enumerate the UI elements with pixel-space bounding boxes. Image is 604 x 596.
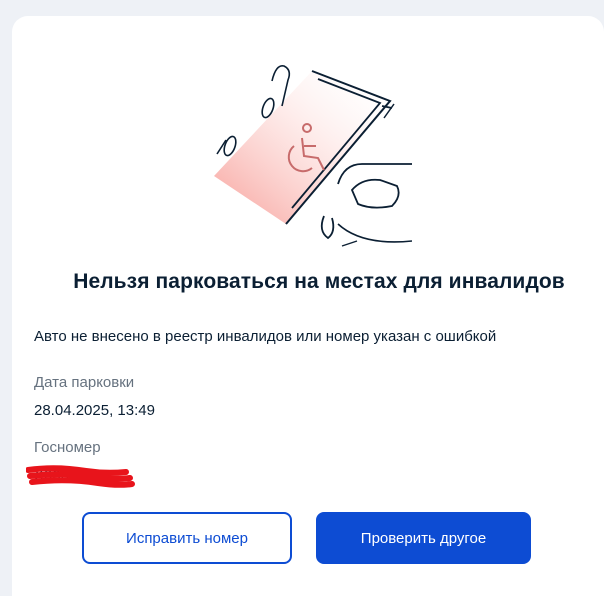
result-description: Авто не внесено в реестр инвалидов или н… [34,328,497,345]
plate-field: Х000РУ977 [26,462,146,490]
parking-date-label: Дата парковки [34,374,135,391]
disabled-parking-icon [214,65,413,247]
redaction-scribble [26,465,135,488]
check-other-button[interactable]: Проверить другое [316,512,531,564]
parking-date-value: 28.04.2025, 13:49 [34,402,155,419]
plate-label: Госномер [34,439,101,456]
result-card: Нельзя парковаться на местах для инвалид… [12,16,604,596]
fix-number-button[interactable]: Исправить номер [82,512,292,564]
page-title: Нельзя парковаться на местах для инвалид… [73,270,565,293]
disabled-parking-illustration [212,46,413,256]
